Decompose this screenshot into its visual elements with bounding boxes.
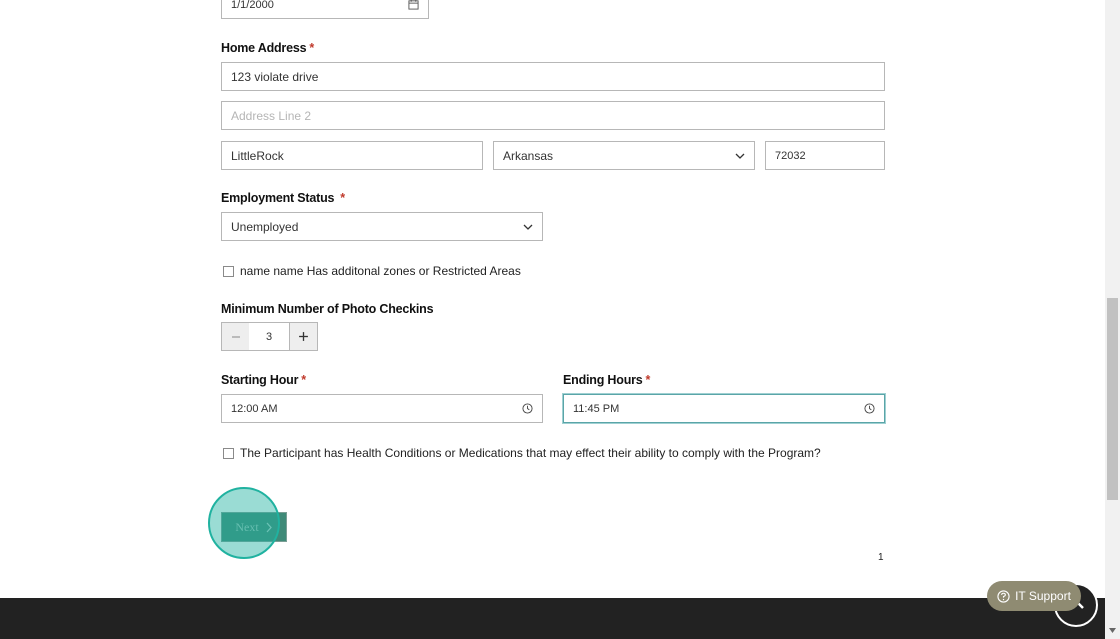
zones-checkbox-row[interactable]: name name Has additonal zones or Restric…: [223, 264, 521, 278]
clock-icon[interactable]: [864, 403, 875, 414]
required-asterisk: *: [340, 191, 345, 205]
ending-hours-field[interactable]: 11:45 PM: [563, 394, 885, 423]
zones-checkbox[interactable]: [223, 265, 234, 277]
home-address-label: Home Address *: [221, 41, 315, 55]
address-line2-input[interactable]: [231, 108, 875, 123]
address-line2-field[interactable]: [221, 101, 885, 130]
employment-status-select[interactable]: Unemployed: [221, 212, 543, 241]
ending-hours-label: Ending Hours *: [563, 373, 651, 387]
page-number: 1: [878, 552, 884, 563]
health-checkbox-row[interactable]: The Participant has Health Conditions or…: [223, 446, 821, 460]
starting-hour-label: Starting Hour *: [221, 373, 306, 387]
ending-hours-value: 11:45 PM: [573, 402, 620, 415]
starting-hour-field[interactable]: 12:00 AM: [221, 394, 543, 423]
address-line1-value: 123 violate drive: [231, 69, 319, 84]
vertical-scrollbar[interactable]: [1105, 0, 1120, 639]
city-value: LittleRock: [231, 148, 284, 163]
increment-button[interactable]: [289, 323, 317, 350]
chevron-down-icon: [735, 153, 745, 159]
starting-hour-value: 12:00 AM: [231, 402, 278, 415]
scrollbar-thumb[interactable]: [1107, 298, 1118, 500]
zones-checkbox-label: name name Has additonal zones or Restric…: [240, 264, 521, 278]
health-checkbox-label: The Participant has Health Conditions or…: [240, 446, 821, 460]
calendar-icon[interactable]: [408, 0, 419, 10]
it-support-label: IT Support: [1015, 589, 1071, 603]
minus-icon: [231, 335, 240, 338]
employment-status-label: Employment Status *: [221, 191, 345, 205]
click-indicator: [208, 487, 280, 559]
date-of-birth-value: 1/1/2000: [231, 0, 274, 11]
scroll-down-arrow-icon[interactable]: [1109, 628, 1116, 634]
clock-icon[interactable]: [522, 403, 533, 414]
zip-value: 72032: [775, 149, 806, 162]
plus-icon: [299, 332, 308, 341]
photo-checkins-stepper: 3: [221, 322, 318, 351]
it-support-button[interactable]: IT Support: [987, 581, 1081, 611]
decrement-button[interactable]: [222, 323, 249, 350]
photo-checkins-value[interactable]: 3: [249, 323, 289, 350]
photo-checkins-label: Minimum Number of Photo Checkins: [221, 302, 434, 316]
health-checkbox[interactable]: [223, 447, 234, 459]
state-select[interactable]: Arkansas: [493, 141, 755, 170]
zip-field[interactable]: 72032: [765, 141, 885, 170]
state-selected-value: Arkansas: [503, 148, 554, 163]
question-circle-icon: [997, 589, 1010, 603]
required-asterisk: *: [301, 373, 306, 387]
required-asterisk: *: [645, 373, 651, 387]
city-field[interactable]: LittleRock: [221, 141, 483, 170]
required-asterisk: *: [309, 41, 315, 55]
date-of-birth-field[interactable]: 1/1/2000: [221, 0, 429, 19]
employment-selected-value: Unemployed: [231, 219, 299, 234]
page-footer: [0, 598, 1105, 639]
chevron-down-icon: [523, 224, 533, 230]
address-line1-field[interactable]: 123 violate drive: [221, 62, 885, 91]
